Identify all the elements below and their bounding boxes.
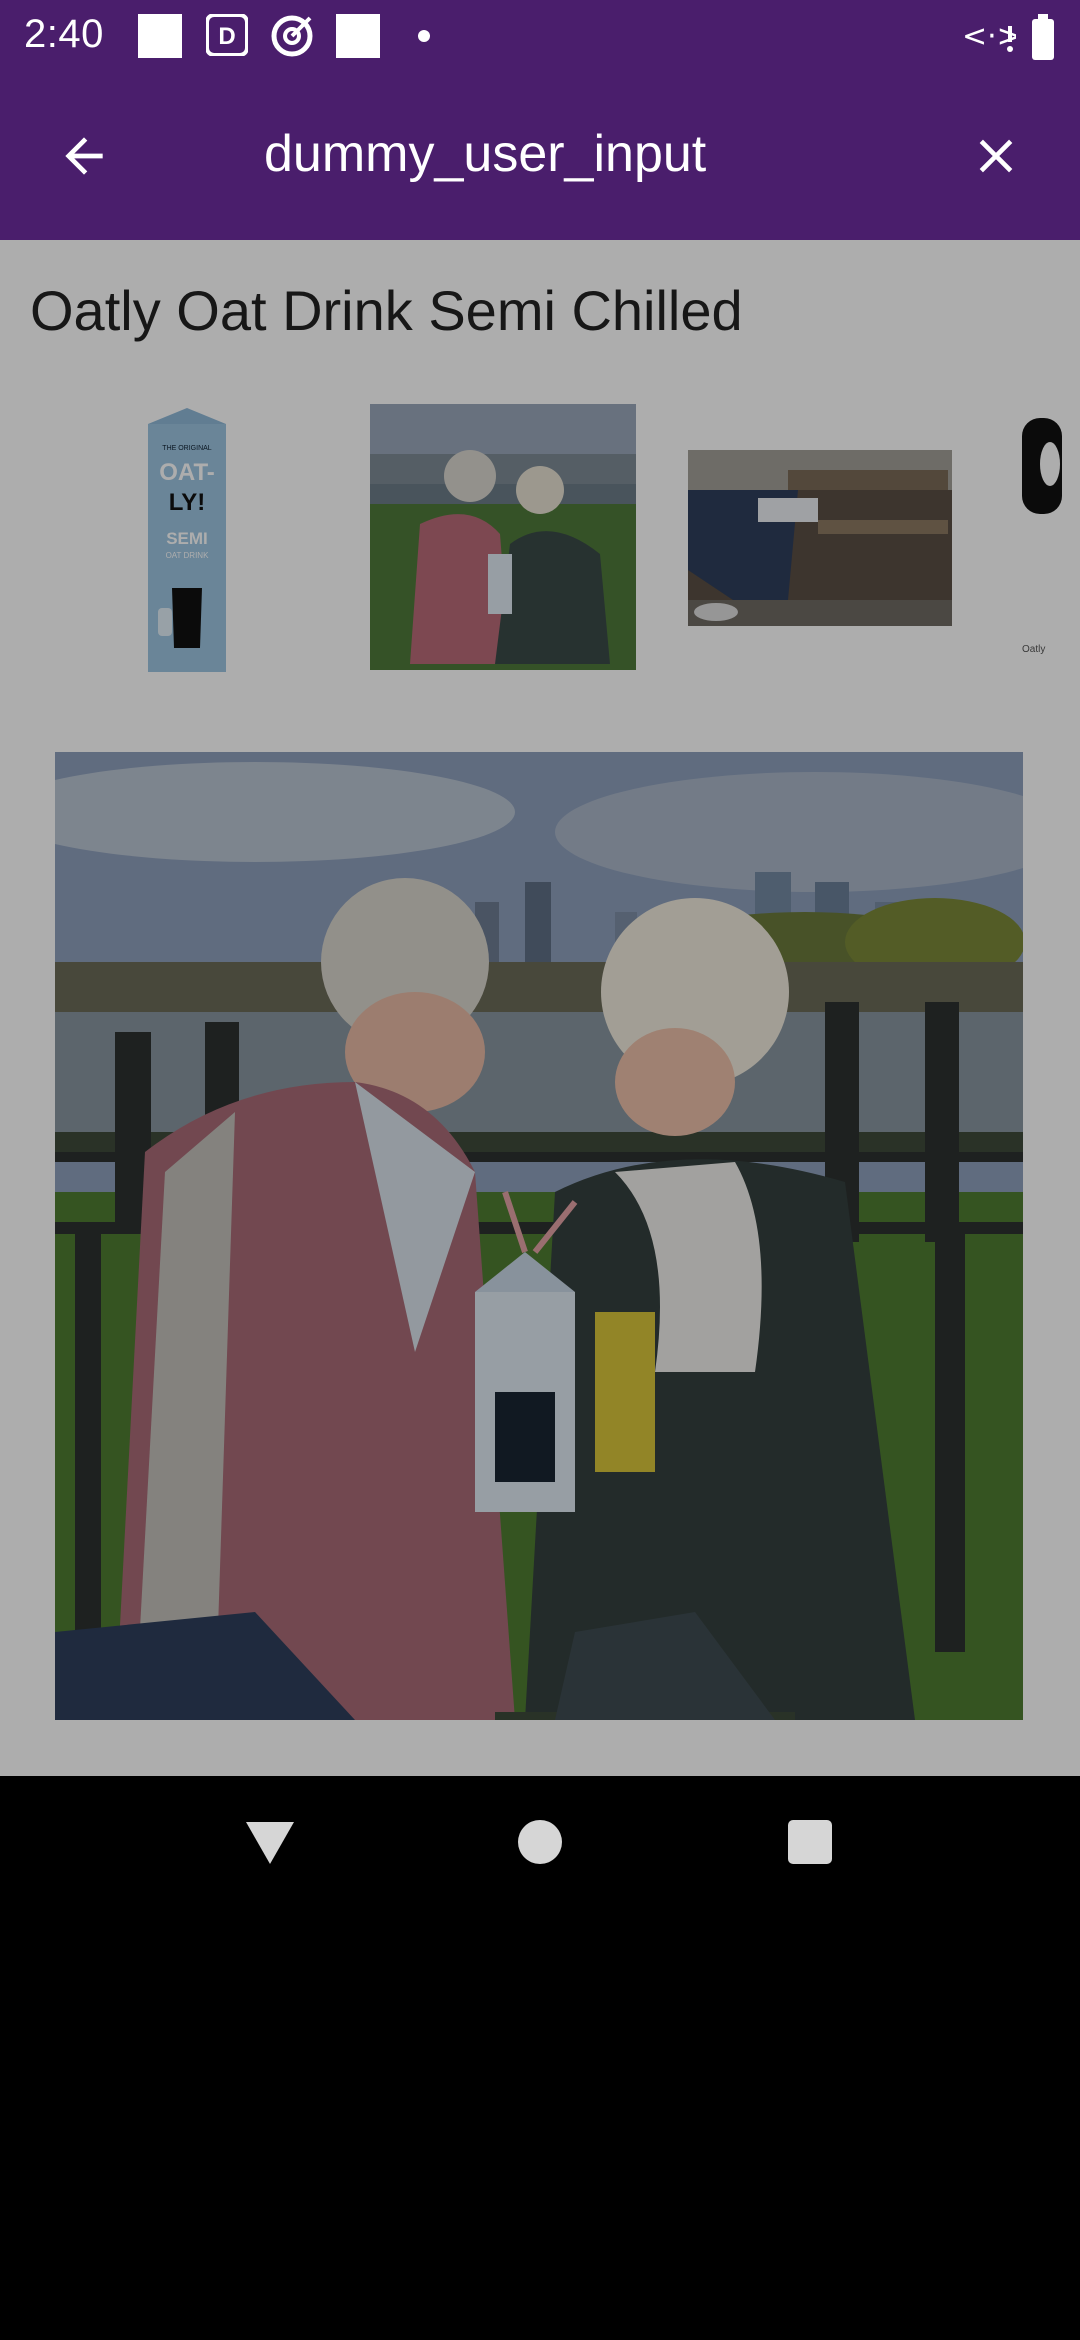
bench-photo-thumb <box>688 450 952 626</box>
navigation-bar <box>0 1776 1080 1916</box>
dot-icon <box>418 30 430 42</box>
carton-text-oatdrink: OAT DRINK <box>166 551 209 560</box>
partial-product-thumb <box>1022 418 1062 514</box>
carton-text-original: THE ORIGINAL <box>162 445 212 452</box>
square-notification-icon <box>138 14 182 58</box>
recents-square-icon[interactable] <box>786 1816 834 1868</box>
arrow-back-icon <box>65 137 103 175</box>
status-time: 2:40 <box>24 12 104 56</box>
thumbnail-bench[interactable] <box>688 450 952 626</box>
home-circle-icon[interactable] <box>516 1816 564 1868</box>
thumbnail-caption: Oatly <box>1022 644 1046 655</box>
product-title: Oatly Oat Drink Semi Chilled <box>30 279 743 342</box>
product-detail: Oatly Oat Drink Semi Chilled THE ORIGINA… <box>0 240 1080 1776</box>
app-bar: dummy_user_input <box>0 72 1080 240</box>
thumbnail-partial[interactable]: Oatly <box>1010 404 1080 670</box>
data-transfer-icon: <·> <box>962 19 1016 54</box>
thumbnail-carton[interactable]: THE ORIGINAL OAT- LY! SEMI OAT DRINK <box>144 408 230 672</box>
main-product-image[interactable] <box>55 752 1023 1720</box>
thumbnail-couple[interactable] <box>370 404 636 670</box>
close-button[interactable] <box>956 116 1036 196</box>
couple-photo-thumb <box>370 404 636 670</box>
svg-text:D: D <box>218 23 235 50</box>
carton-text-semi: SEMI <box>166 529 208 548</box>
carton-text-ly: LY! <box>169 489 205 516</box>
status-bar: 2:40 D <·> <box>0 0 1080 72</box>
back-button[interactable] <box>44 116 124 196</box>
carton-text-oat: OAT- <box>159 459 215 486</box>
close-icon <box>979 139 1013 173</box>
target-app-icon <box>271 15 313 57</box>
news-app-icon: D <box>206 14 248 56</box>
couple-photo-main <box>55 752 1023 1720</box>
search-query-text[interactable]: dummy_user_input <box>264 124 706 184</box>
back-triangle-icon[interactable] <box>244 1816 296 1868</box>
square-notification-icon <box>336 14 380 58</box>
oat-carton-image: THE ORIGINAL OAT- LY! SEMI OAT DRINK <box>148 408 226 672</box>
battery-icon <box>1032 14 1054 60</box>
